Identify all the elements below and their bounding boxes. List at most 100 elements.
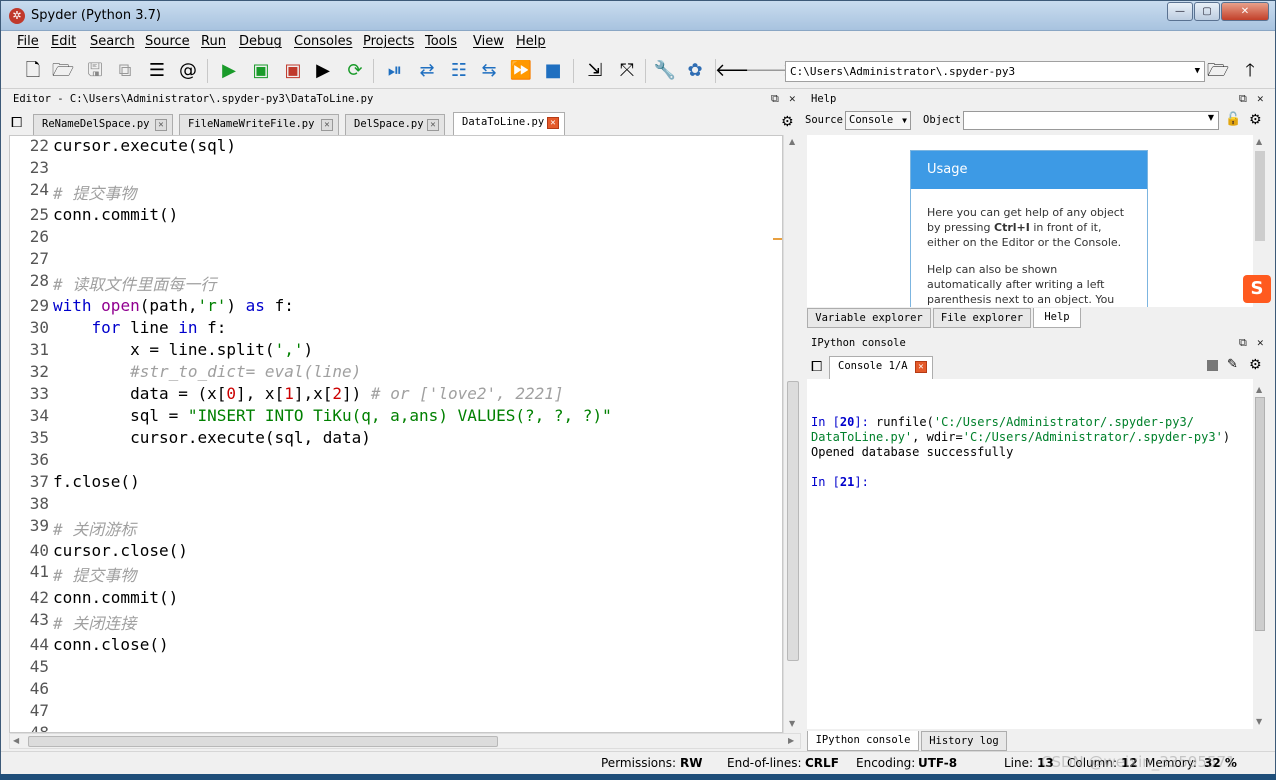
- python-path-icon[interactable]: ✿: [683, 59, 707, 83]
- step-into-icon[interactable]: ☷: [447, 59, 471, 83]
- close-tab-icon[interactable]: ✕: [427, 119, 439, 131]
- menu-source[interactable]: Source: [145, 34, 190, 49]
- tab-filenamewritefile[interactable]: FileNameWriteFile.py ✕: [179, 114, 339, 135]
- new-file-icon[interactable]: 🗋: [21, 59, 45, 83]
- scroll-up-icon[interactable]: ▲: [789, 137, 795, 146]
- open-file-icon[interactable]: 🗁: [51, 59, 75, 83]
- stop-kernel-icon[interactable]: [1207, 360, 1218, 371]
- options-gear-icon[interactable]: ⚙: [1249, 112, 1262, 128]
- menu-run[interactable]: Run: [201, 34, 226, 49]
- menu-debug[interactable]: Debug: [239, 34, 282, 49]
- object-input[interactable]: ▼: [963, 111, 1219, 130]
- tab-file-explorer[interactable]: File explorer: [933, 308, 1031, 328]
- list-icon[interactable]: ☰: [145, 59, 169, 83]
- window-title: Spyder (Python 3.7): [31, 8, 161, 23]
- menu-edit[interactable]: Edit: [51, 34, 76, 49]
- run-cell-icon[interactable]: ▣: [249, 59, 273, 83]
- tab-delspace[interactable]: DelSpace.py ✕: [345, 114, 445, 135]
- code-line: conn.commit(): [53, 588, 179, 607]
- editor-horizontal-scrollbar[interactable]: ◀ ▶: [9, 733, 801, 749]
- browse-tabs-icon[interactable]: ⧠: [811, 359, 822, 375]
- save-file-icon[interactable]: 🖫: [83, 59, 107, 83]
- at-sign-icon[interactable]: @: [176, 59, 200, 83]
- minimize-button[interactable]: —: [1167, 2, 1193, 21]
- browse-folder-icon[interactable]: 🗁: [1206, 59, 1230, 83]
- forward-arrow-icon[interactable]: 🡒: [745, 59, 793, 83]
- tab-ipython-console[interactable]: IPython console: [807, 731, 919, 751]
- undock-icon[interactable]: ⧉: [771, 90, 779, 108]
- menu-consoles[interactable]: Consoles: [294, 34, 352, 49]
- console-title: IPython console: [811, 337, 906, 349]
- scrollbar-thumb[interactable]: [1255, 397, 1265, 631]
- scrollbar-thumb[interactable]: [1255, 151, 1265, 241]
- line-number: 47: [29, 701, 49, 720]
- parent-directory-icon[interactable]: 🡑: [1238, 59, 1262, 83]
- close-tab-icon[interactable]: ✕: [915, 361, 927, 373]
- eraser-icon[interactable]: ✎: [1227, 357, 1238, 372]
- maximize-button[interactable]: ▢: [1194, 2, 1220, 21]
- tab-variable-explorer[interactable]: Variable explorer: [807, 308, 931, 328]
- line-number: 23: [29, 158, 49, 177]
- menu-help[interactable]: Help: [516, 34, 546, 49]
- preferences-wrench-icon[interactable]: 🔧: [653, 59, 677, 83]
- step-icon[interactable]: ⇄: [415, 59, 439, 83]
- csdn-logo-icon[interactable]: S: [1243, 275, 1271, 303]
- close-window-button[interactable]: ✕: [1221, 2, 1269, 21]
- toolbar-separator: [573, 59, 574, 83]
- run-icon[interactable]: ▶: [217, 59, 241, 83]
- chevron-down-icon: ▼: [1194, 66, 1200, 76]
- console-output[interactable]: In [20]: runfile('C:/Users/Administrator…: [807, 379, 1253, 729]
- scrollbar-thumb[interactable]: [28, 736, 498, 747]
- debug-icon[interactable]: ⏯: [383, 59, 407, 83]
- tab-datatoline[interactable]: DataToLine.py ✕: [453, 112, 565, 135]
- scroll-down-icon[interactable]: ▼: [1256, 717, 1262, 726]
- close-tab-icon[interactable]: ✕: [547, 117, 559, 129]
- tab-console-1a[interactable]: Console 1/A ✕: [829, 356, 933, 379]
- undock-icon[interactable]: ⧉: [1239, 90, 1247, 108]
- menu-view[interactable]: View: [473, 34, 504, 49]
- close-tab-icon[interactable]: ✕: [155, 119, 167, 131]
- eol-label: End-of-lines:: [727, 756, 802, 770]
- menu-projects[interactable]: Projects: [363, 34, 414, 49]
- step-return-icon[interactable]: ⇆: [477, 59, 501, 83]
- working-directory-combo[interactable]: C:\Users\Administrator\.spyder-py3 ▼: [785, 61, 1205, 82]
- close-tab-icon[interactable]: ✕: [321, 119, 333, 131]
- scroll-right-icon[interactable]: ▶: [788, 736, 794, 745]
- undock-icon[interactable]: ⧉: [1239, 334, 1247, 352]
- tab-help[interactable]: Help: [1033, 308, 1081, 328]
- maximize-pane-icon[interactable]: ⇲: [583, 59, 607, 83]
- menu-tools[interactable]: Tools: [425, 34, 457, 49]
- close-pane-icon[interactable]: ✕: [1257, 90, 1264, 108]
- close-pane-icon[interactable]: ✕: [789, 90, 796, 108]
- line-number: 45: [29, 657, 49, 676]
- save-all-icon[interactable]: ⧉: [113, 59, 137, 83]
- scroll-up-icon[interactable]: ▲: [1256, 137, 1262, 146]
- editor-vertical-scrollbar[interactable]: ▲ ▼: [783, 135, 801, 733]
- console-line: DataToLine.py', wdir='C:/Users/Administr…: [811, 430, 1231, 444]
- scroll-down-icon[interactable]: ▼: [789, 719, 795, 728]
- lock-icon[interactable]: 🔓: [1225, 112, 1241, 127]
- tab-renamedelspace[interactable]: ReNameDelSpace.py ✕: [33, 114, 173, 135]
- line-number: 22: [29, 136, 49, 155]
- encoding-label: Encoding:: [856, 756, 916, 770]
- fullscreen-icon[interactable]: ⤧: [615, 59, 639, 83]
- menu-search[interactable]: Search: [90, 34, 135, 49]
- warning-marker: [773, 238, 782, 240]
- scroll-up-icon[interactable]: ▲: [1256, 385, 1262, 394]
- options-gear-icon[interactable]: ⚙: [781, 114, 794, 130]
- menu-file[interactable]: File: [17, 34, 39, 49]
- run-selection-icon[interactable]: ▶: [311, 59, 335, 83]
- scroll-left-icon[interactable]: ◀: [13, 736, 19, 745]
- browse-tabs-icon[interactable]: ⧠: [11, 115, 22, 131]
- rerun-icon[interactable]: ⟳: [343, 59, 367, 83]
- console-scrollbar[interactable]: ▲ ▼: [1253, 383, 1267, 729]
- options-gear-icon[interactable]: ⚙: [1249, 357, 1262, 373]
- stop-debug-icon[interactable]: ■: [541, 59, 565, 83]
- source-combo[interactable]: Console ▼: [845, 111, 911, 130]
- run-cell-advance-icon[interactable]: ▣: [281, 59, 305, 83]
- continue-icon[interactable]: ⏩: [509, 59, 533, 83]
- code-editor[interactable]: 22 23 24 25 26 27 28 29 30 31 32 33 34 35 36 37 38 39 40 41…: [9, 135, 783, 733]
- close-pane-icon[interactable]: ✕: [1257, 334, 1264, 352]
- tab-history-log[interactable]: History log: [921, 731, 1007, 751]
- scrollbar-thumb[interactable]: [787, 381, 799, 661]
